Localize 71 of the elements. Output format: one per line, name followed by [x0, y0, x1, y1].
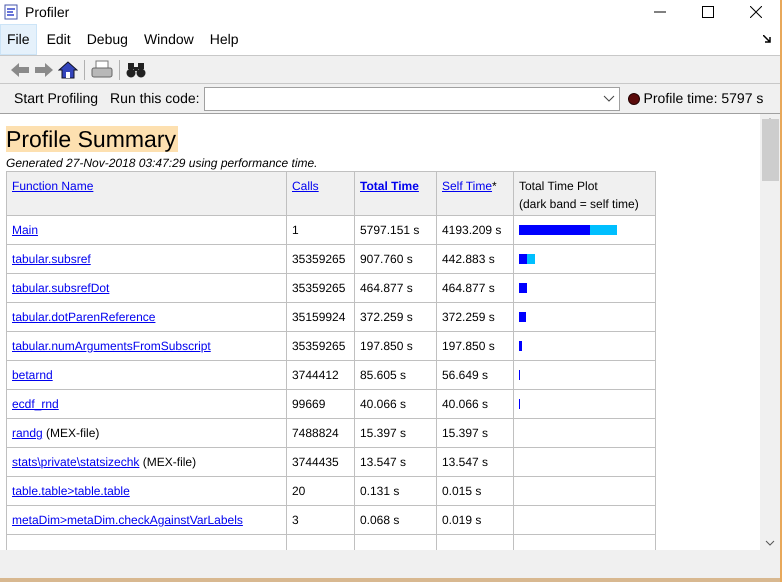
calls-cell: 35159924: [286, 302, 354, 332]
self-time-cell: 4193.209 s: [436, 216, 514, 244]
self-time-cell: 0.019 s: [436, 506, 514, 534]
calls-cell: 20: [286, 476, 354, 506]
total-time-cell: 85.605 s: [354, 360, 436, 390]
total-time-cell: 5797.151 s: [354, 216, 436, 244]
home-icon[interactable]: [58, 60, 78, 78]
function-link[interactable]: betarnd: [12, 368, 53, 382]
column-header: Total Time Plot (dark band = self time): [519, 179, 639, 211]
self-time-cell: 0.015 s: [436, 476, 514, 506]
column-header[interactable]: Calls: [292, 179, 319, 193]
total-time-cell: 40.066 s: [354, 390, 436, 418]
function-link[interactable]: stats\private\statsizechk: [12, 455, 140, 469]
total-time-cell: 372.259 s: [354, 302, 436, 332]
calls-cell: 7488824: [286, 418, 354, 448]
function-note: (MEX-file): [142, 455, 196, 469]
report-title: Profile Summary: [6, 126, 178, 152]
self-time-cell: 464.877 s: [436, 274, 514, 302]
chevron-down-icon: [602, 94, 615, 102]
calls-cell: 35359265: [286, 274, 354, 302]
run-code-label: Run this code:: [110, 89, 200, 108]
self-time-cell: 13.547 s: [436, 448, 514, 476]
scrollbar-thumb[interactable]: [762, 119, 778, 181]
total-time-cell: 0.068 s: [354, 506, 436, 534]
calls-cell: 99669: [286, 390, 354, 418]
asterisk-text: *: [492, 179, 497, 193]
vertical-scrollbar[interactable]: [760, 114, 780, 550]
menu-item[interactable]: File: [0, 24, 37, 55]
run-code-dropdown[interactable]: [204, 86, 620, 110]
function-link[interactable]: tabular.subsref: [12, 252, 91, 266]
total-time-cell: 907.760 s: [354, 244, 436, 274]
start-profiling-button[interactable]: Start Profiling: [14, 88, 98, 109]
menu-item[interactable]: Window: [138, 24, 200, 55]
menu-item[interactable]: Help: [204, 24, 245, 55]
total-time-cell: 197.850 s: [354, 332, 436, 360]
chevron-down-icon[interactable]: [765, 540, 775, 546]
calls-cell: 1: [286, 216, 354, 244]
profile-time-text: Profile time: 5797 s: [644, 89, 764, 108]
self-time-cell: 40.066 s: [436, 390, 514, 418]
function-link[interactable]: ecdf_rnd: [12, 397, 59, 411]
window-title: Profiler: [25, 2, 70, 22]
total-time-cell: 464.877 s: [354, 274, 436, 302]
total-time-cell: 0.131 s: [354, 476, 436, 506]
column-header[interactable]: Self Time: [442, 179, 492, 193]
self-time-cell: 15.397 s: [436, 418, 514, 448]
total-time-cell: 13.547 s: [354, 448, 436, 476]
function-link[interactable]: randg: [12, 426, 43, 440]
undock-arrow-icon[interactable]: [763, 35, 772, 44]
function-link[interactable]: tabular.subsrefDot: [12, 281, 110, 295]
back-arrow-icon[interactable]: [10, 62, 30, 78]
calls-cell: 3744412: [286, 360, 354, 390]
calls-cell: 35359265: [286, 332, 354, 360]
binoculars-icon[interactable]: [126, 62, 146, 78]
self-time-cell: 56.649 s: [436, 360, 514, 390]
calls-cell: 35359265: [286, 244, 354, 274]
document-icon: [3, 4, 19, 20]
print-icon[interactable]: [91, 60, 113, 80]
column-header[interactable]: Function Name: [12, 179, 94, 193]
menu-item[interactable]: Debug: [80, 24, 134, 55]
close-icon[interactable]: [750, 6, 762, 18]
total-time-cell: 15.397 s: [354, 418, 436, 448]
self-time-cell: 442.883 s: [436, 244, 514, 274]
maximize-icon[interactable]: [702, 6, 714, 18]
menu-item[interactable]: Edit: [40, 24, 77, 55]
generated-text: Generated 27-Nov-2018 03:47:29 using performance time.: [6, 155, 319, 171]
function-link[interactable]: Main: [12, 223, 38, 237]
self-time-cell: 372.259 s: [436, 302, 514, 332]
self-time-cell: 197.850 s: [436, 332, 514, 360]
calls-cell: 3: [286, 506, 354, 534]
function-note: (MEX-file): [45, 426, 100, 440]
calls-cell: 3744435: [286, 448, 354, 476]
